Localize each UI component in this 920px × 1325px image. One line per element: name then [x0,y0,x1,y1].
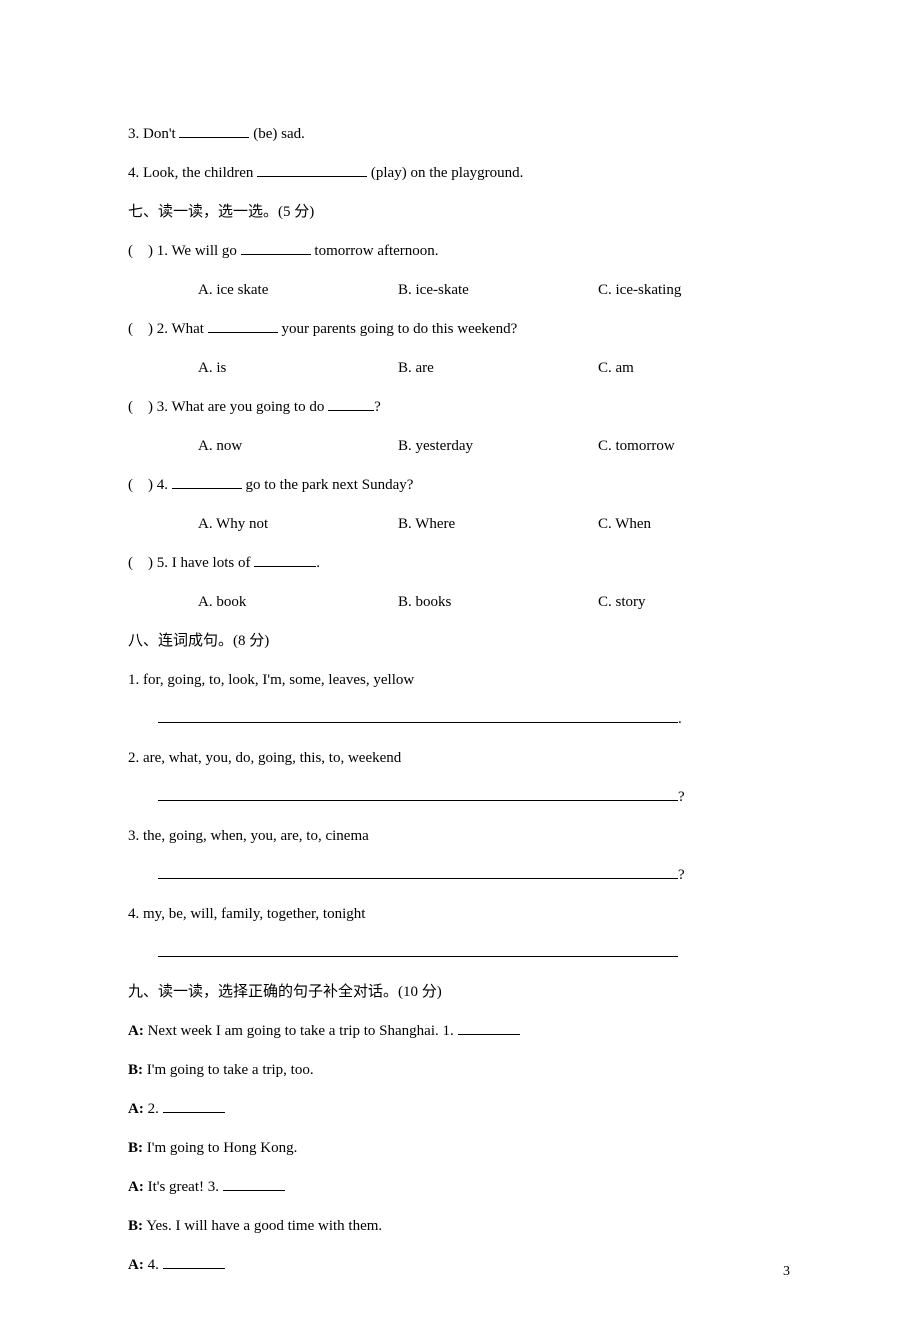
s8-item2-words: 2. are, what, you, do, going, this, to, … [128,739,800,778]
section8-heading: 八、连词成句。(8 分) [128,622,800,661]
option-a[interactable]: A. is [198,349,398,388]
speaker-label: B: [128,1140,143,1156]
answer-line[interactable] [158,787,678,802]
fill-blank[interactable] [328,397,374,412]
s7-item2-stem: ( ) 2. What your parents going to do thi… [128,310,800,349]
s8-item1-answer: . [128,700,800,739]
fill-blank[interactable] [458,1021,520,1036]
q6-item3-post: (be) sad. [249,126,304,142]
dialogue-line-2: B: I'm going to take a trip, too. [128,1051,800,1090]
dialogue-line-4: B: I'm going to Hong Kong. [128,1129,800,1168]
fill-blank[interactable] [254,553,316,568]
option-a[interactable]: A. ice skate [198,271,398,310]
speaker-label: A: [128,1257,144,1273]
dialogue-line-3: A: 2. [128,1090,800,1129]
option-b[interactable]: B. Where [398,505,598,544]
fill-blank[interactable] [179,124,249,139]
s7-item5-options: A. book B. books C. story [128,583,800,622]
s8-item3-answer: ? [128,856,800,895]
s7-item4-options: A. Why not B. Where C. When [128,505,800,544]
option-b[interactable]: B. ice-skate [398,271,598,310]
s7-item3-stem: ( ) 3. What are you going to do ? [128,388,800,427]
s7-item3-options: A. now B. yesterday C. tomorrow [128,427,800,466]
s7-item1-stem: ( ) 1. We will go tomorrow afternoon. [128,232,800,271]
fill-blank[interactable] [172,475,242,490]
fill-blank[interactable] [257,163,367,178]
s8-item4-answer [128,934,800,973]
answer-line[interactable] [158,943,678,958]
option-c[interactable]: C. story [598,583,800,622]
option-b[interactable]: B. books [398,583,598,622]
option-a[interactable]: A. book [198,583,398,622]
speaker-label: B: [128,1062,143,1078]
option-b[interactable]: B. are [398,349,598,388]
page-number: 3 [783,1254,790,1290]
s8-item3-words: 3. the, going, when, you, are, to, cinem… [128,817,800,856]
s7-item1-options: A. ice skate B. ice-skate C. ice-skating [128,271,800,310]
s7-item4-stem: ( ) 4. go to the park next Sunday? [128,466,800,505]
dialogue-line-6: B: Yes. I will have a good time with the… [128,1207,800,1246]
speaker-label: A: [128,1179,144,1195]
s8-item1-words: 1. for, going, to, look, I'm, some, leav… [128,661,800,700]
fill-blank[interactable] [208,319,278,334]
option-c[interactable]: C. am [598,349,800,388]
fill-blank[interactable] [223,1177,285,1192]
q6-item4-post: (play) on the playground. [367,165,523,181]
speaker-label: B: [128,1218,143,1234]
q6-item4: 4. Look, the children (play) on the play… [128,154,800,193]
option-b[interactable]: B. yesterday [398,427,598,466]
fill-blank[interactable] [241,241,311,256]
worksheet-page: 3. Don't (be) sad. 4. Look, the children… [0,0,920,1325]
option-c[interactable]: C. tomorrow [598,427,800,466]
s8-item2-answer: ? [128,778,800,817]
dialogue-line-5: A: It's great! 3. [128,1168,800,1207]
option-a[interactable]: A. Why not [198,505,398,544]
s7-item2-options: A. is B. are C. am [128,349,800,388]
dialogue-line-1: A: Next week I am going to take a trip t… [128,1012,800,1051]
section9-heading: 九、读一读，选择正确的句子补全对话。(10 分) [128,973,800,1012]
answer-line[interactable] [158,865,678,880]
dialogue-line-7: A: 4. [128,1246,800,1285]
q6-item3-pre: 3. Don't [128,126,179,142]
speaker-label: A: [128,1023,144,1039]
fill-blank[interactable] [163,1099,225,1114]
speaker-label: A: [128,1101,144,1117]
option-c[interactable]: C. ice-skating [598,271,800,310]
q6-item3: 3. Don't (be) sad. [128,115,800,154]
answer-line[interactable] [158,709,678,724]
q6-item4-pre: 4. Look, the children [128,165,257,181]
option-a[interactable]: A. now [198,427,398,466]
option-c[interactable]: C. When [598,505,800,544]
section7-heading: 七、读一读，选一选。(5 分) [128,193,800,232]
s7-item5-stem: ( ) 5. I have lots of . [128,544,800,583]
s8-item4-words: 4. my, be, will, family, together, tonig… [128,895,800,934]
fill-blank[interactable] [163,1255,225,1270]
